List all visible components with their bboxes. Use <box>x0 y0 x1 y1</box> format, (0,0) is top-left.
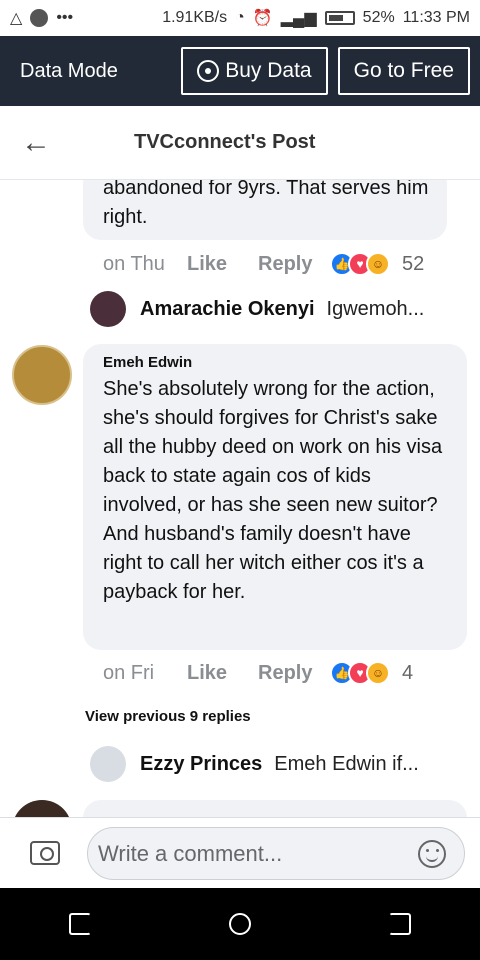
back-arrow-icon[interactable]: ← <box>0 126 72 160</box>
back-button[interactable] <box>389 913 411 935</box>
comment-actions: on Thu Like Reply 👍 ♥ ☺ 52 <box>103 252 424 276</box>
reactions[interactable]: 👍 ♥ ☺ 4 <box>330 661 413 685</box>
data-mode-title: Data Mode <box>20 59 118 82</box>
home-button[interactable] <box>229 913 251 935</box>
avatar <box>90 746 126 782</box>
go-to-free-label: Go to Free <box>353 59 454 82</box>
comment-time: on Thu <box>103 252 165 275</box>
warning-icon: △ <box>10 10 23 27</box>
network-speed: 1.91KB/s <box>162 9 228 26</box>
broadcast-icon <box>197 60 220 82</box>
avatar[interactable] <box>12 345 72 405</box>
avatar <box>90 291 126 327</box>
comment-bubble[interactable]: Emeh Edwin She's absolutely wrong for th… <box>83 344 467 650</box>
avatar[interactable] <box>12 800 72 817</box>
reaction-count: 52 <box>402 252 425 275</box>
camera-icon[interactable] <box>30 841 60 865</box>
reply-button[interactable]: Reply <box>258 253 330 276</box>
reply-snippet: Emeh Edwin if... <box>274 752 419 775</box>
buy-data-button[interactable]: Buy Data <box>181 47 328 95</box>
recent-apps-button[interactable] <box>69 913 91 935</box>
data-saver-icon: ◔ <box>235 9 245 26</box>
buy-data-label: Buy Data <box>225 59 312 82</box>
reply-preview-row[interactable]: Ezzy Princes Emeh Edwin if... <box>90 746 419 782</box>
comment-actions: on Fri Like Reply 👍 ♥ ☺ 4 <box>103 661 413 685</box>
comment-author[interactable]: Emeh Edwin <box>103 354 449 371</box>
clock: 11:33 PM <box>402 9 470 26</box>
status-left: △ ••• <box>10 8 73 28</box>
navigation-bar <box>0 888 480 960</box>
data-mode-buttons: Buy Data Go to Free <box>181 47 470 95</box>
comment-feed[interactable]: abandoned for 9yrs. That serves him righ… <box>0 180 480 817</box>
reply-preview-row[interactable]: Amarachie Okenyi Igwemoh... <box>90 291 424 327</box>
battery-percent: 52% <box>362 9 395 26</box>
reply-author: Ezzy Princes <box>140 752 263 775</box>
reply-snippet: Igwemoh... <box>326 297 425 320</box>
comment-text: abandoned for 9yrs. That serves him righ… <box>103 180 429 228</box>
haha-reaction-icon: ☺ <box>366 252 390 276</box>
more-notifications-icon: ••• <box>56 9 74 26</box>
status-right: 1.91KB/s ◔ ⏰ ▂▄▆ 52% 11:33 PM <box>162 8 470 28</box>
signal-icon: ▂▄▆ <box>280 10 317 27</box>
view-previous-replies[interactable]: View previous 9 replies <box>85 708 251 725</box>
alarm-icon: ⏰ <box>252 10 273 27</box>
emoji-icon[interactable] <box>418 840 446 868</box>
data-mode-bar: Data Mode Buy Data Go to Free <box>0 36 480 106</box>
haha-reaction-icon: ☺ <box>366 661 390 685</box>
reply-author: Amarachie Okenyi <box>140 297 315 320</box>
page-title: TVCconnect's Post <box>134 131 316 153</box>
comment-placeholder: Write a comment... <box>98 840 283 866</box>
comment-input[interactable]: Write a comment... <box>87 827 465 880</box>
like-button[interactable]: Like <box>187 253 258 276</box>
comment-text: She's absolutely wrong for the action, s… <box>103 378 443 603</box>
comment-composer: Write a comment... <box>0 817 480 888</box>
status-bar: △ ••• 1.91KB/s ◔ ⏰ ▂▄▆ 52% 11:33 PM <box>0 0 480 36</box>
comment-bubble[interactable]: abandoned for 9yrs. That serves him righ… <box>83 180 447 240</box>
go-to-free-button[interactable]: Go to Free <box>337 47 470 95</box>
reply-button[interactable]: Reply <box>258 662 330 685</box>
reactions[interactable]: 👍 ♥ ☺ 52 <box>330 252 424 276</box>
app-notification-icon <box>30 9 49 27</box>
comment-time: on Fri <box>103 661 155 684</box>
post-header: ← TVCconnect's Post <box>0 106 480 180</box>
comment-bubble[interactable] <box>83 800 467 817</box>
battery-icon <box>324 11 355 25</box>
like-button[interactable]: Like <box>187 662 258 685</box>
reaction-count: 4 <box>402 661 414 684</box>
